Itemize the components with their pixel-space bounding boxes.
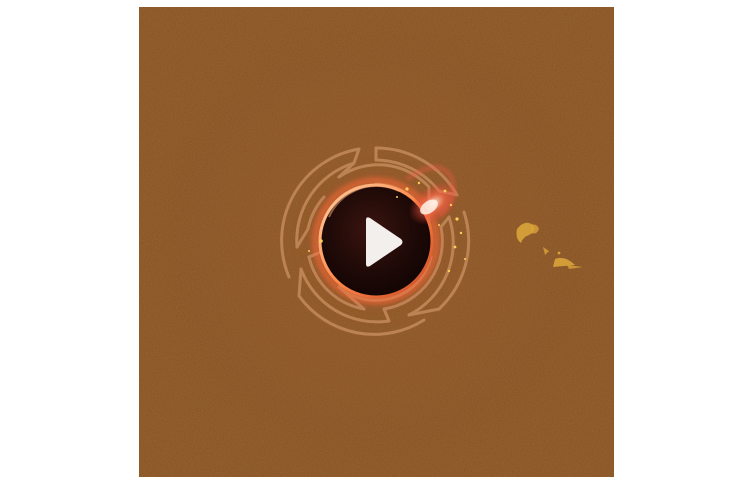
sparkle xyxy=(453,245,457,249)
page-background xyxy=(0,0,750,477)
poster-artwork xyxy=(139,7,614,477)
sparkle xyxy=(438,224,440,226)
play-button[interactable] xyxy=(330,195,422,287)
sparkle xyxy=(308,250,310,252)
sparkle xyxy=(417,181,421,185)
sparkle xyxy=(319,239,323,243)
sparkle xyxy=(459,231,463,235)
sparkle xyxy=(464,258,466,260)
sparkle xyxy=(396,196,398,198)
video-poster-panel xyxy=(139,7,614,477)
sparkle xyxy=(405,187,409,191)
sparkle xyxy=(443,189,447,193)
sparkle xyxy=(447,269,451,273)
gold-dot xyxy=(557,251,561,255)
sparkle xyxy=(455,217,459,221)
maze-connector xyxy=(297,267,303,298)
sparkle xyxy=(449,203,453,207)
